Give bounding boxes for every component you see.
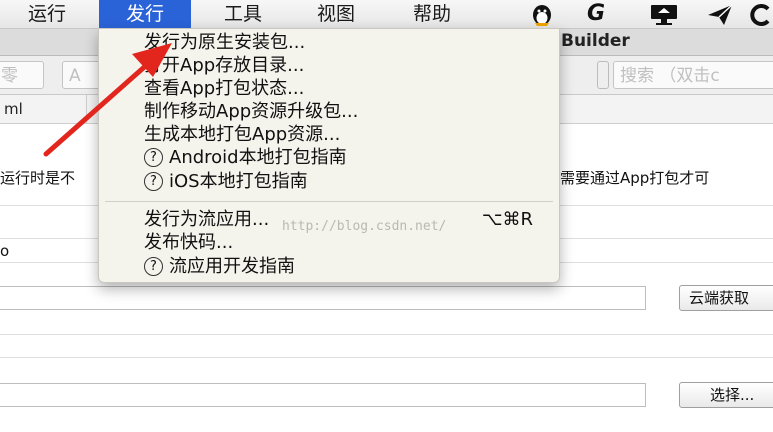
annotation-arrow-icon — [43, 43, 172, 157]
